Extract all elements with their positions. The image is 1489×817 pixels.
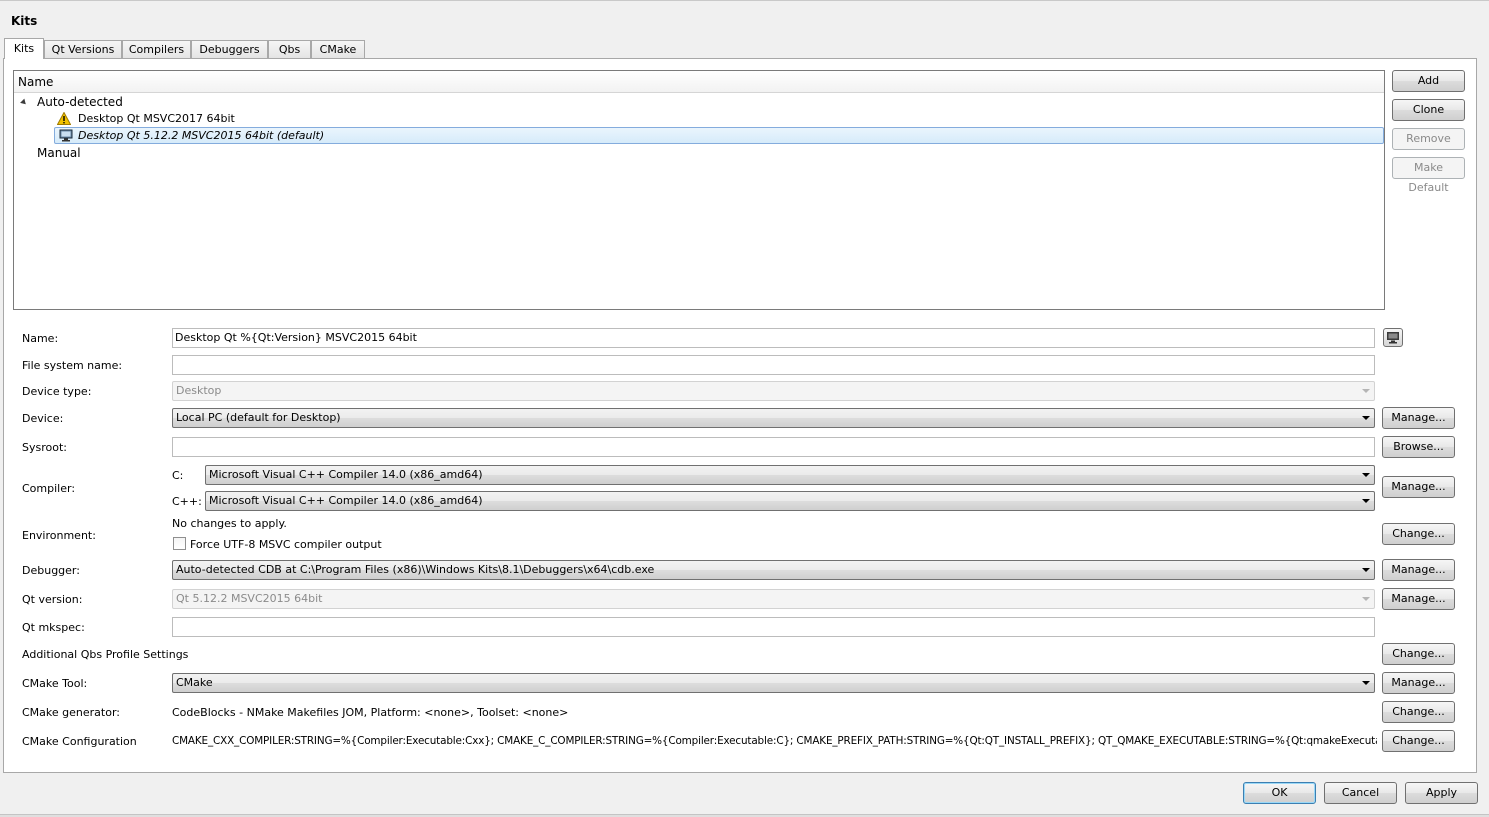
tab-qbs[interactable]: Qbs: [268, 40, 311, 59]
chevron-down-icon: [1362, 681, 1370, 685]
window-top-border: [0, 0, 1489, 1]
chevron-down-icon: [1362, 416, 1370, 420]
tree-group-auto-detected[interactable]: Auto-detected: [14, 94, 314, 111]
clone-kit-button[interactable]: Clone: [1392, 99, 1465, 121]
cmake-tool-select[interactable]: CMake: [172, 673, 1375, 693]
cmake-configuration-label: CMake Configuration: [22, 735, 137, 748]
debugger-select[interactable]: Auto-detected CDB at C:\Program Files (x…: [172, 560, 1375, 580]
ok-button[interactable]: OK: [1243, 782, 1316, 804]
qt-version-select[interactable]: Qt 5.12.2 MSVC2015 64bit: [172, 589, 1375, 609]
compiler-cpp-label: C++:: [172, 495, 202, 508]
debugger-value: Auto-detected CDB at C:\Program Files (x…: [176, 563, 655, 576]
tree-item-label: Desktop Qt 5.12.2 MSVC2015 64bit (defaul…: [78, 129, 325, 142]
file-system-name-label: File system name:: [22, 359, 123, 372]
file-system-name-input[interactable]: [172, 355, 1375, 375]
cmake-generator-value: CodeBlocks - NMake Makefiles JOM, Platfo…: [172, 706, 569, 719]
device-select[interactable]: Local PC (default for Desktop): [172, 408, 1375, 428]
tree-item-label: Desktop Qt MSVC2017 64bit: [78, 112, 235, 125]
tree-group-manual[interactable]: Manual: [14, 145, 314, 162]
debugger-label: Debugger:: [22, 564, 80, 577]
chevron-down-icon: [1362, 568, 1370, 572]
tree-item-kit[interactable]: Desktop Qt MSVC2017 64bit: [56, 111, 356, 128]
compiler-manage-button[interactable]: Manage...: [1382, 476, 1455, 498]
cmake-tool-manage-button[interactable]: Manage...: [1382, 672, 1455, 694]
compiler-cpp-select[interactable]: Microsoft Visual C++ Compiler 14.0 (x86_…: [205, 491, 1375, 511]
apply-button[interactable]: Apply: [1405, 782, 1478, 804]
page-title: Kits: [11, 14, 38, 28]
qt-version-label: Qt version:: [22, 593, 83, 606]
chevron-down-icon: [1362, 597, 1370, 601]
force-utf8-label[interactable]: Force UTF-8 MSVC compiler output: [190, 538, 382, 551]
chevron-down-icon: [1362, 389, 1370, 393]
cmake-configuration-value: CMAKE_CXX_COMPILER:STRING=%{Compiler:Exe…: [172, 735, 1377, 747]
environment-label: Environment:: [22, 529, 96, 542]
qbs-profile-label: Additional Qbs Profile Settings: [22, 648, 189, 661]
chevron-down-icon: [1362, 499, 1370, 503]
expand-arrow-icon[interactable]: [20, 98, 28, 107]
tab-kits[interactable]: Kits: [4, 38, 44, 59]
compiler-c-value: Microsoft Visual C++ Compiler 14.0 (x86_…: [209, 468, 483, 481]
tree-item-kit-selected[interactable]: Desktop Qt 5.12.2 MSVC2015 64bit (defaul…: [54, 127, 1384, 144]
compiler-c-select[interactable]: Microsoft Visual C++ Compiler 14.0 (x86_…: [205, 465, 1375, 485]
cmake-tool-value: CMake: [176, 676, 213, 689]
chevron-down-icon: [1362, 473, 1370, 477]
tab-qt-versions[interactable]: Qt Versions: [44, 40, 122, 59]
environment-status: No changes to apply.: [172, 517, 287, 530]
kits-tree[interactable]: Name Auto-detected Desktop Qt MSVC2017 6…: [13, 70, 1385, 310]
device-type-select[interactable]: Desktop: [172, 381, 1375, 401]
environment-change-button[interactable]: Change...: [1382, 523, 1455, 545]
force-utf8-checkbox[interactable]: [173, 537, 186, 550]
sysroot-input[interactable]: [172, 437, 1375, 457]
add-kit-button[interactable]: Add: [1392, 70, 1465, 92]
tab-debuggers[interactable]: Debuggers: [191, 40, 268, 59]
device-value: Local PC (default for Desktop): [176, 411, 341, 424]
cmake-configuration-change-button[interactable]: Change...: [1382, 730, 1455, 752]
device-type-value: Desktop: [176, 384, 222, 397]
compiler-cpp-value: Microsoft Visual C++ Compiler 14.0 (x86_…: [209, 494, 483, 507]
make-default-button[interactable]: Make Default: [1392, 157, 1465, 194]
name-input[interactable]: Desktop Qt %{Qt:Version} MSVC2015 64bit: [172, 328, 1375, 348]
tab-compilers[interactable]: Compilers: [122, 40, 191, 59]
sysroot-label: Sysroot:: [22, 441, 67, 454]
compiler-label: Compiler:: [22, 482, 76, 495]
debugger-manage-button[interactable]: Manage...: [1382, 559, 1455, 581]
device-type-label: Device type:: [22, 385, 92, 398]
device-label: Device:: [22, 412, 64, 425]
compiler-c-label: C:: [172, 469, 184, 482]
qt-mkspec-input[interactable]: [172, 617, 1375, 637]
sysroot-browse-button[interactable]: Browse...: [1382, 436, 1455, 458]
device-manage-button[interactable]: Manage...: [1382, 407, 1455, 429]
remove-kit-button[interactable]: Remove: [1392, 128, 1465, 150]
qt-version-value: Qt 5.12.2 MSVC2015 64bit: [176, 592, 323, 605]
monitor-icon: [1386, 331, 1400, 347]
name-label: Name:: [22, 332, 59, 345]
cmake-generator-label: CMake generator:: [22, 706, 120, 719]
device-type-icon-button[interactable]: [1383, 328, 1403, 347]
cmake-generator-change-button[interactable]: Change...: [1382, 701, 1455, 723]
tab-cmake[interactable]: CMake: [311, 40, 365, 59]
tree-column-header-name[interactable]: Name: [14, 71, 1384, 93]
cmake-tool-label: CMake Tool:: [22, 677, 88, 690]
cancel-button[interactable]: Cancel: [1324, 782, 1397, 804]
qt-version-manage-button[interactable]: Manage...: [1382, 588, 1455, 610]
qt-mkspec-label: Qt mkspec:: [22, 621, 85, 634]
qbs-profile-change-button[interactable]: Change...: [1382, 643, 1455, 665]
